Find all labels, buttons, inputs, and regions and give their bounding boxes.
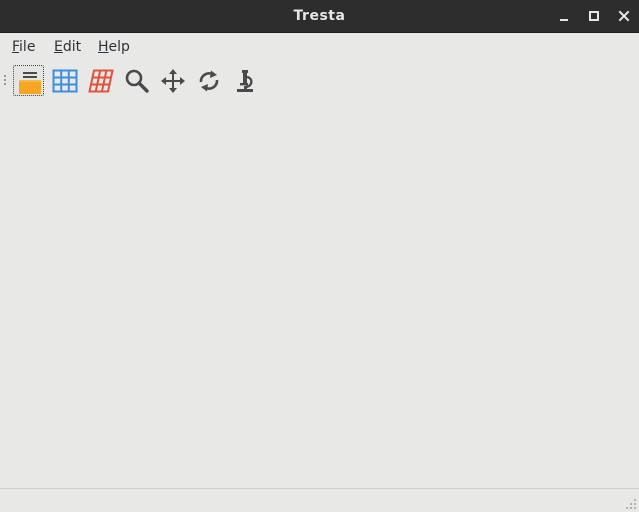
move-arrows-icon: [161, 69, 185, 93]
magnifier-icon: [125, 69, 149, 93]
grid-red-perspective-icon: [88, 69, 114, 93]
grid-button[interactable]: [49, 65, 80, 96]
maximize-icon: [589, 11, 599, 21]
toolbar: [0, 62, 639, 100]
close-button[interactable]: [613, 5, 635, 27]
move-button[interactable]: [157, 65, 188, 96]
menu-file-label: ile: [19, 39, 36, 55]
grid-blue-icon: [52, 69, 78, 93]
window-title: Tresta: [293, 8, 346, 24]
menu-edit[interactable]: Edit: [54, 38, 81, 56]
folder-open-icon: [19, 72, 41, 94]
title-bar[interactable]: Tresta: [0, 0, 639, 33]
menu-edit-label: dit: [62, 39, 82, 55]
minimize-icon: [560, 19, 568, 21]
microscope-button[interactable]: [229, 65, 260, 96]
zoom-button[interactable]: [121, 65, 152, 96]
status-bar: [0, 488, 639, 512]
resize-grip-icon[interactable]: [625, 498, 637, 510]
menu-help-label: elp: [108, 39, 130, 55]
menu-help[interactable]: Help: [98, 38, 130, 56]
open-file-button[interactable]: [13, 65, 44, 96]
rotate-button[interactable]: [193, 65, 224, 96]
minimize-button[interactable]: [553, 5, 575, 27]
microscope-icon: [237, 70, 253, 92]
close-icon: [618, 10, 630, 22]
perspective-grid-button[interactable]: [85, 65, 116, 96]
menu-bar: File Edit Help: [0, 33, 639, 61]
maximize-button[interactable]: [583, 5, 605, 27]
menu-help-mnemonic: H: [98, 39, 109, 55]
menu-file-mnemonic: F: [12, 39, 20, 55]
menu-file[interactable]: File: [12, 38, 35, 56]
app-window: Tresta File Edit Help: [0, 0, 639, 512]
rotate-icon: [199, 70, 219, 92]
toolbar-grip-icon[interactable]: [4, 75, 7, 85]
menu-edit-mnemonic: E: [54, 39, 63, 55]
